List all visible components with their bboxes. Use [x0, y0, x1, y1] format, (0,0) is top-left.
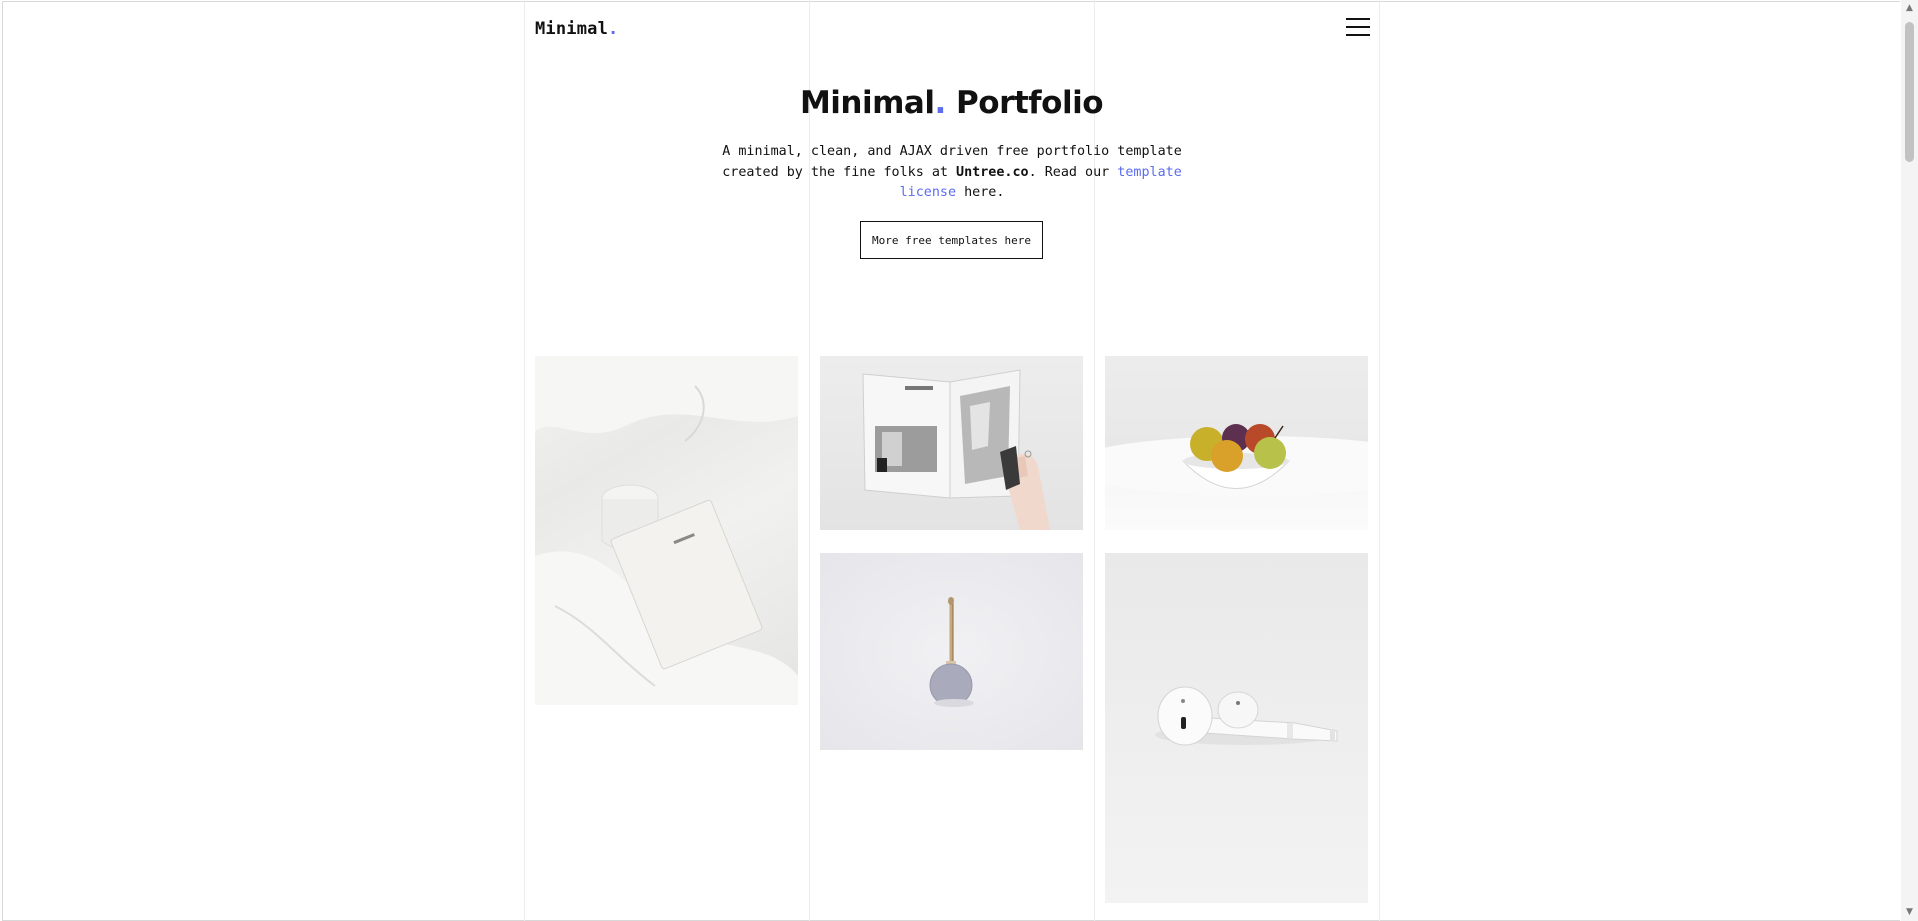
grid-line	[524, 0, 525, 921]
more-templates-button[interactable]: More free templates here	[860, 221, 1043, 259]
menu-bar	[1346, 34, 1370, 36]
vertical-scrollbar[interactable]: ▲ ▼	[1901, 0, 1918, 921]
title-main: Minimal	[799, 85, 935, 121]
fruit-bowl-image	[1105, 424, 1368, 496]
title-dot: .	[934, 85, 946, 121]
page-title: Minimal. Portfolio	[524, 85, 1379, 121]
brand-name: Untree.co	[956, 164, 1029, 180]
hamburger-menu-icon[interactable]	[1346, 16, 1370, 38]
speaker-image	[929, 597, 974, 707]
hero-description: A minimal, clean, and AJAX driven free p…	[720, 142, 1184, 204]
scroll-up-arrow-icon[interactable]: ▲	[1901, 0, 1918, 17]
menu-bar	[1346, 18, 1370, 20]
desc-text: here.	[956, 185, 1005, 200]
grid-line	[1379, 0, 1380, 921]
portfolio-item-bed-notebook[interactable]	[535, 356, 798, 705]
grid-line	[1094, 0, 1095, 921]
bed-notebook-image	[535, 356, 798, 705]
scroll-down-arrow-icon[interactable]: ▼	[1901, 904, 1918, 921]
portfolio-item-fruit-bowl[interactable]	[1105, 356, 1368, 530]
menu-bar	[1346, 26, 1370, 28]
site-logo[interactable]: Minimal.	[535, 19, 618, 39]
desc-text: . Read our	[1028, 164, 1118, 180]
logo-text: Minimal	[535, 19, 609, 39]
grid-line	[809, 0, 810, 921]
earbuds-image	[1155, 686, 1338, 746]
page-container: Minimal. Minimal. Portfolio A minimal, c…	[524, 0, 1380, 921]
portfolio-item-speaker[interactable]	[820, 553, 1083, 750]
portfolio-item-earbuds[interactable]	[1105, 553, 1368, 903]
magazine-image	[862, 369, 1050, 530]
scrollbar-thumb[interactable]	[1905, 22, 1914, 162]
title-sub: Portfolio	[945, 85, 1104, 121]
portfolio-item-magazine[interactable]	[820, 356, 1083, 530]
logo-dot: .	[608, 19, 619, 39]
